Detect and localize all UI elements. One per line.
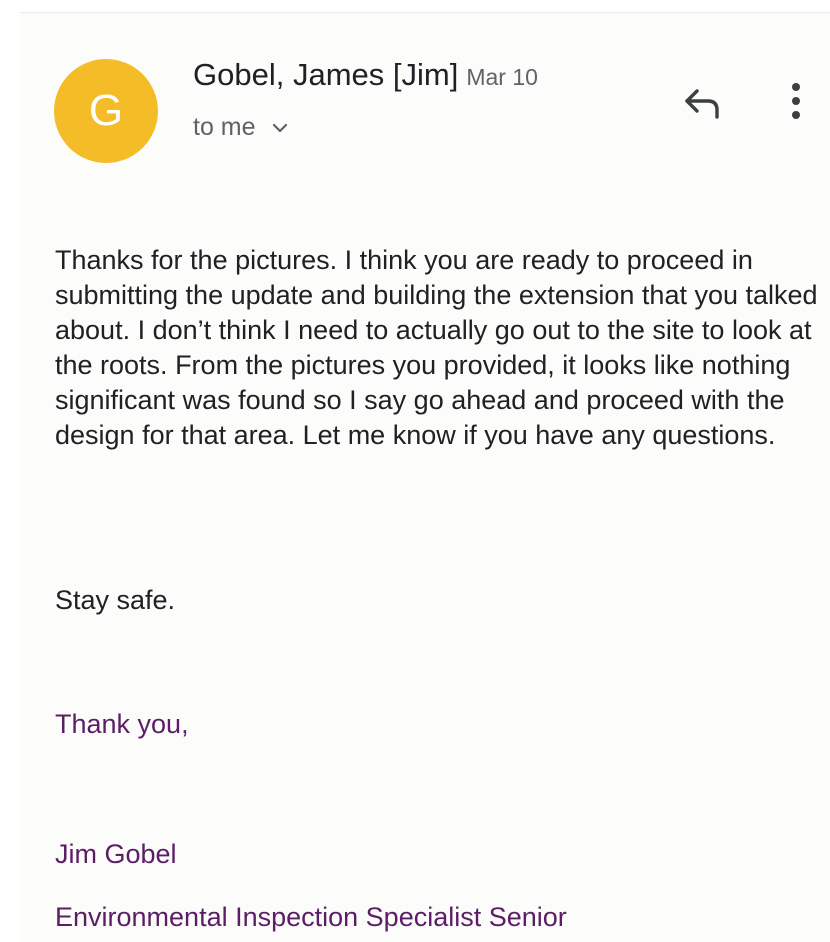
recipient-label: to me — [193, 113, 256, 141]
more-options-button[interactable] — [778, 81, 814, 125]
sender-avatar[interactable]: G — [54, 59, 158, 163]
sender-line: Gobel, James [Jim] Mar 10 — [193, 57, 538, 93]
sign-off: Stay safe. — [55, 585, 176, 615]
signature-title: Environmental Inspection Specialist Seni… — [55, 902, 567, 932]
recipient-details-toggle[interactable]: to me — [193, 113, 288, 142]
email-message-view: G Gobel, James [Jim] Mar 10 to me Thanks… — [20, 12, 830, 942]
message-body: Thanks for the pictures. I think you are… — [55, 245, 818, 450]
more-vert-icon — [791, 81, 801, 126]
signature-name: Jim Gobel — [55, 839, 177, 869]
message-date: Mar 10 — [466, 64, 538, 90]
signature-closing: Thank you, — [55, 709, 189, 739]
reply-button[interactable] — [680, 83, 724, 127]
sender-name[interactable]: Gobel, James [Jim] — [193, 57, 458, 92]
avatar-letter: G — [88, 86, 124, 135]
chevron-down-icon[interactable] — [272, 122, 288, 134]
reply-icon — [682, 86, 722, 125]
